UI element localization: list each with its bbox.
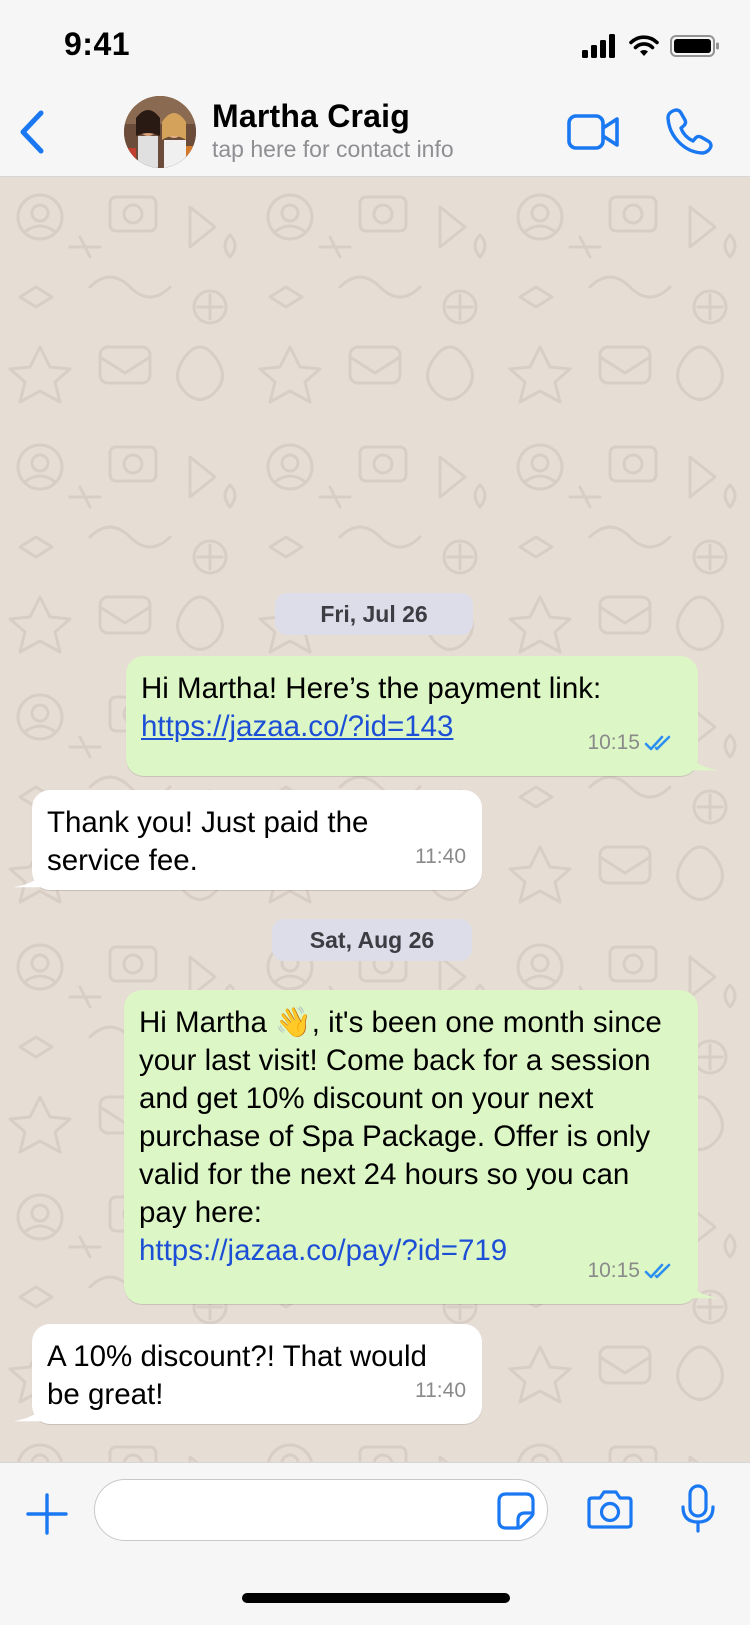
chat-header: Martha Craig tap here for contact info: [0, 88, 750, 177]
microphone-icon: [681, 1484, 715, 1533]
contact-avatar[interactable]: [124, 96, 196, 168]
outgoing-message[interactable]: Hi Martha! Here’s the payment link: http…: [126, 656, 698, 776]
date-separator-label: Sat, Aug 26: [309, 926, 435, 953]
chevron-left-icon: [20, 110, 44, 154]
message-time: 11:40: [415, 1379, 466, 1402]
composer-bar: [0, 1462, 750, 1625]
camera-button[interactable]: [586, 1487, 634, 1531]
video-call-button[interactable]: [566, 110, 622, 154]
cellular-signal-icon: [582, 34, 615, 58]
sticker-button[interactable]: [496, 1491, 536, 1531]
message-meta: 10:15: [587, 1252, 674, 1290]
message-link[interactable]: https://jazaa.co/pay/?id=719: [139, 1234, 507, 1267]
message-meta: 11:40: [415, 1372, 466, 1410]
message-link[interactable]: https://jazaa.co/?id=143: [141, 710, 453, 743]
double-check-icon: [644, 1263, 671, 1279]
message-time: 11:40: [415, 845, 466, 868]
message-time: 10:15: [587, 731, 640, 754]
bubble-tail: [13, 1404, 42, 1422]
double-check-icon: [644, 735, 671, 751]
message-text: A 10% discount?! That would be great!: [47, 1340, 427, 1411]
voice-message-button[interactable]: [678, 1483, 718, 1535]
battery-icon: [670, 35, 719, 57]
chat-area[interactable]: Fri, Jul 26 Hi Martha! Here’s the paymen…: [0, 177, 750, 1462]
date-separator-label: Fri, Jul 26: [320, 600, 428, 627]
bubble-tail: [13, 870, 42, 888]
contact-info-hint[interactable]: tap here for contact info: [212, 136, 454, 163]
date-separator: Fri, Jul 26: [275, 593, 473, 635]
bubble-tail: [690, 1281, 719, 1299]
phone-icon: [666, 108, 713, 155]
status-icons: [582, 32, 720, 60]
incoming-message[interactable]: A 10% discount?! That would be great! 11…: [32, 1324, 482, 1424]
back-button[interactable]: [12, 106, 52, 158]
plus-icon: [26, 1493, 68, 1535]
message-meta: 10:15: [587, 724, 674, 762]
message-input[interactable]: [94, 1479, 548, 1541]
avatar-photo: [124, 96, 196, 168]
message-text: Thank you! Just paid the service fee.: [47, 806, 369, 877]
wifi-icon: [629, 35, 659, 56]
video-camera-icon: [567, 114, 619, 150]
status-time: 9:41: [64, 26, 131, 62]
incoming-message[interactable]: Thank you! Just paid the service fee. 11…: [32, 790, 482, 890]
contact-name[interactable]: Martha Craig: [212, 98, 410, 135]
home-indicator[interactable]: [242, 1593, 510, 1603]
date-separator: Sat, Aug 26: [272, 919, 472, 961]
attach-button[interactable]: [24, 1491, 70, 1537]
camera-icon: [587, 1490, 633, 1529]
bubble-tail: [690, 753, 719, 771]
outgoing-message[interactable]: Hi Martha 👋, it's been one month since y…: [124, 990, 698, 1304]
sticker-icon: [497, 1492, 535, 1530]
status-bar: 9:41: [0, 0, 750, 88]
message-text: Hi Martha 👋, it's been one month since y…: [139, 1006, 662, 1267]
message-meta: 11:40: [415, 838, 466, 876]
message-time: 10:15: [587, 1259, 640, 1282]
voice-call-button[interactable]: [664, 106, 714, 156]
